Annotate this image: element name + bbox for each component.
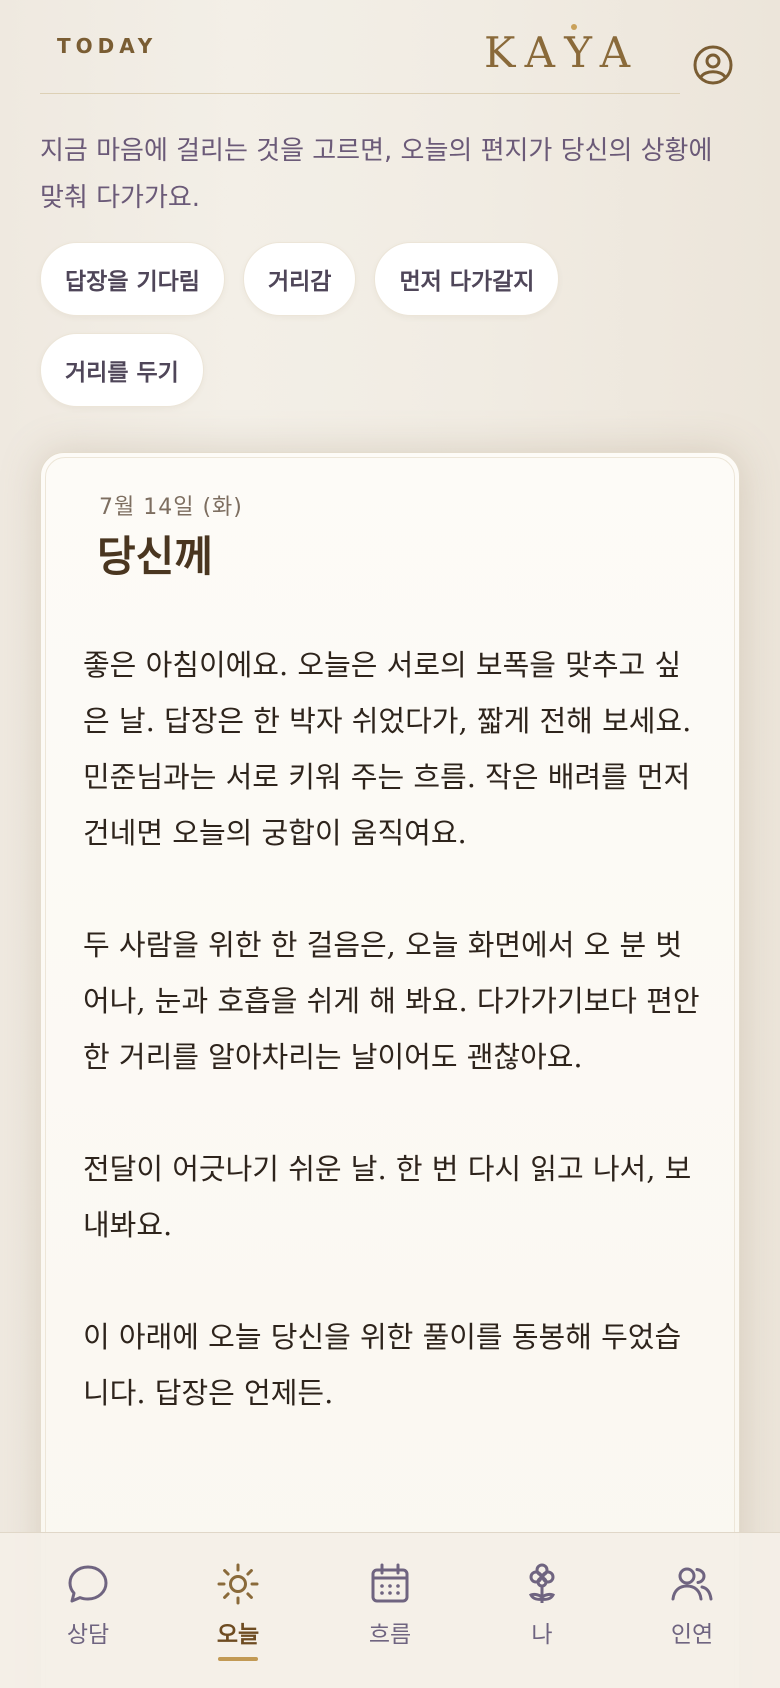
chip-approach-first[interactable]: 먼저 다가갈지 — [374, 242, 560, 316]
concern-chips: 답장을 기다림 거리감 먼저 다가갈지 거리를 두기 — [40, 242, 640, 407]
nav-label-flow: 흐름 — [368, 1622, 412, 1648]
nav-item-today[interactable]: 오늘 — [188, 1561, 288, 1661]
profile-button[interactable] — [692, 44, 734, 86]
bottom-nav: 상담 오늘 흐름 나 인연 — [0, 1532, 780, 1688]
chip-keep-distance[interactable]: 거리를 두기 — [40, 333, 204, 407]
today-label: TODAY — [57, 34, 158, 58]
letter-paragraph: 전달이 어긋나기 쉬운 날. 한 번 다시 읽고 나서, 보내봐요. — [83, 1152, 692, 1242]
nav-item-flow[interactable]: 흐름 — [340, 1561, 440, 1649]
nav-label-me: 나 — [531, 1622, 553, 1648]
flower-icon — [528, 1563, 556, 1603]
letter-paragraph: 이 아래에 오늘 당신을 위한 풀이를 동봉해 두었습니다. 답장은 언제든. — [83, 1320, 682, 1410]
nav-item-counsel[interactable]: 상담 — [38, 1561, 138, 1649]
nav-label-today: 오늘 — [216, 1622, 260, 1648]
letter-body: 좋은 아침이에요. 오늘은 서로의 보폭을 맞추고 싶은 날. 답장은 한 박자… — [83, 637, 703, 1477]
nav-item-relations[interactable]: 인연 — [642, 1561, 742, 1649]
nav-item-me[interactable]: 나 — [492, 1561, 592, 1649]
chat-bubble-icon — [68, 1565, 108, 1603]
letter-date: 7월 14일 (화) — [99, 495, 243, 520]
chip-distance[interactable]: 거리감 — [242, 242, 357, 316]
letter-paragraph: 두 사람을 위한 한 걸음은, 오늘 화면에서 오 분 벗어나, 눈과 호흡을 … — [83, 928, 700, 1074]
active-tab-indicator — [218, 1657, 258, 1661]
user-circle-icon — [693, 45, 733, 85]
calendar-icon — [371, 1563, 409, 1603]
chip-waiting-reply[interactable]: 답장을 기다림 — [40, 242, 225, 316]
letter-paragraph: 좋은 아침이에요. 오늘은 서로의 보폭을 맞추고 싶은 날. 답장은 한 박자… — [83, 648, 692, 850]
sun-icon — [217, 1563, 259, 1605]
brand-logo: KAYA — [484, 28, 642, 77]
people-icon — [671, 1567, 713, 1601]
nav-label-relations: 인연 — [670, 1622, 714, 1648]
nav-label-counsel: 상담 — [66, 1622, 110, 1648]
letter-salutation: 당신께 — [97, 532, 213, 581]
intro-text: 지금 마음에 걸리는 것을 고르면, 오늘의 편지가 당신의 상황에 맞춰 다가… — [40, 136, 713, 213]
letter-card[interactable]: 7월 14일 (화) 당신께 좋은 아침이에요. 오늘은 서로의 보폭을 맞추고… — [40, 452, 740, 1688]
